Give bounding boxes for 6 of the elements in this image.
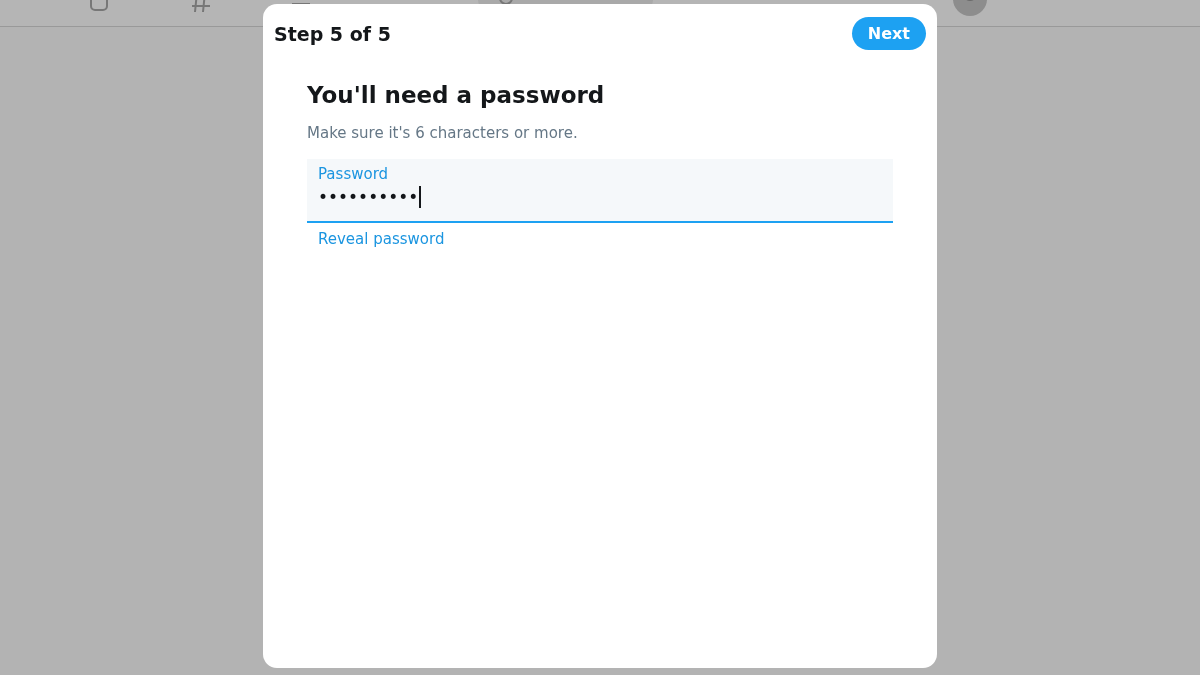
password-field[interactable]: Password •••••••••• (307, 159, 893, 223)
next-button[interactable]: Next (851, 17, 926, 50)
dialog-title: You'll need a password (307, 82, 606, 108)
reveal-password-link[interactable]: Reveal password (318, 230, 445, 248)
step-indicator: Step 5 of 5 (274, 22, 391, 45)
hint-text: Make sure it's 6 characters or more. (307, 124, 579, 142)
